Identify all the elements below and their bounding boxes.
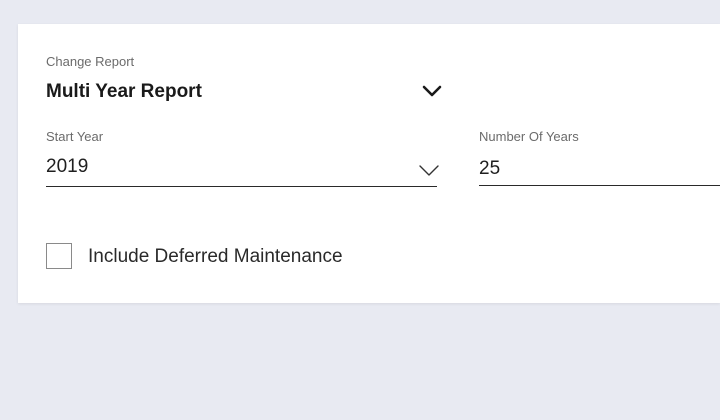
- start-year-value: 2019: [46, 156, 89, 177]
- chevron-down-icon[interactable]: [418, 163, 440, 177]
- start-year-select[interactable]: 2019: [46, 152, 440, 187]
- include-deferred-maintenance-option[interactable]: Include Deferred Maintenance: [46, 243, 406, 271]
- report-settings-panel: Change Report Multi Year Report Start Ye…: [18, 24, 720, 303]
- change-report-select[interactable]: Multi Year Report: [46, 78, 446, 106]
- change-report-value: Multi Year Report: [46, 81, 202, 102]
- include-deferred-maintenance-checkbox[interactable]: [46, 243, 72, 269]
- chevron-down-icon[interactable]: [422, 84, 442, 98]
- change-report-label: Change Report: [46, 54, 135, 69]
- number-of-years-input[interactable]: [479, 152, 720, 186]
- start-year-label: Start Year: [46, 129, 104, 144]
- number-of-years-label: Number Of Years: [479, 129, 579, 144]
- include-deferred-maintenance-label[interactable]: Include Deferred Maintenance: [88, 246, 343, 268]
